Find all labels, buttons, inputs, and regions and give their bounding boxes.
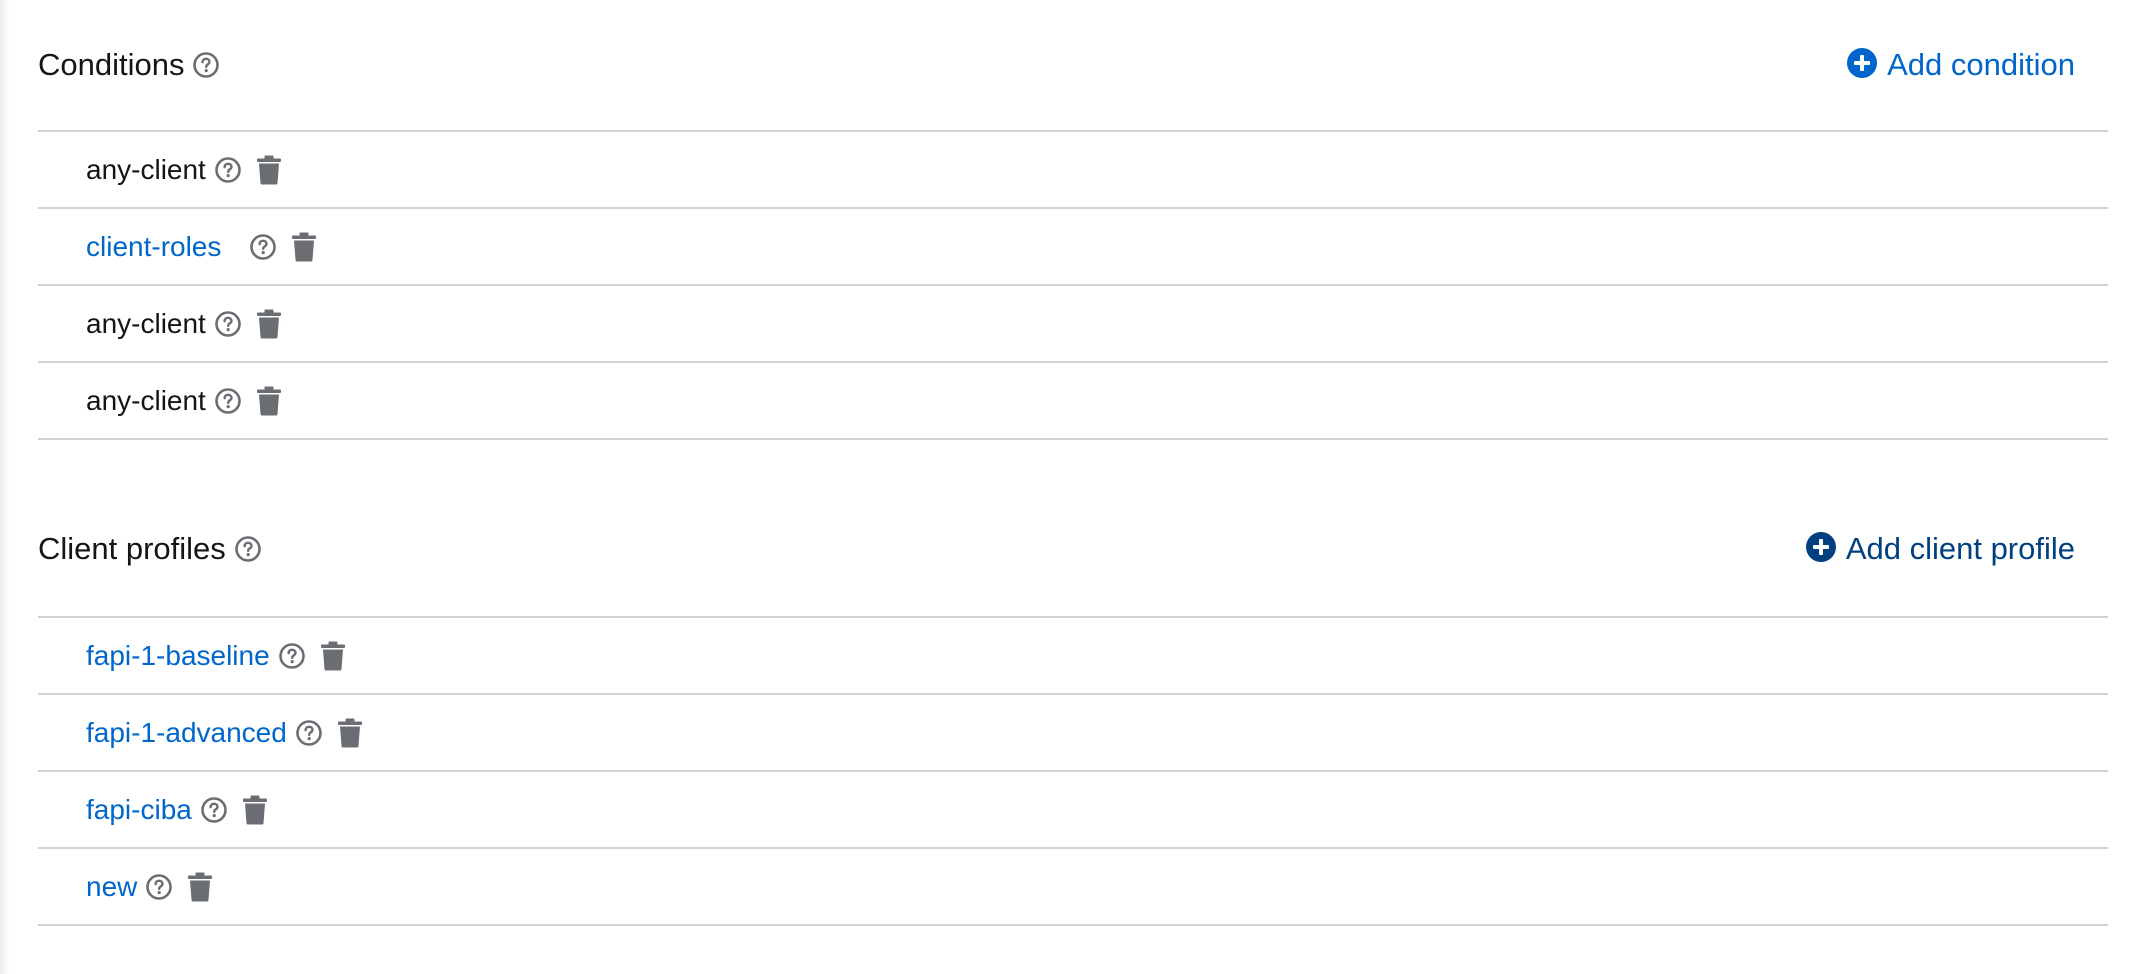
add-client-profile-button[interactable]: Add client profile bbox=[1805, 531, 2075, 567]
trash-icon[interactable] bbox=[337, 718, 363, 748]
conditions-title: Conditions bbox=[38, 47, 185, 82]
question-circle-icon[interactable] bbox=[295, 719, 323, 747]
client-profiles-list: fapi-1-baseline fapi-1-advanced fapi-cib bbox=[38, 616, 2108, 926]
add-condition-button[interactable]: Add condition bbox=[1847, 47, 2075, 83]
question-circle-icon[interactable] bbox=[145, 873, 173, 901]
condition-name: any-client bbox=[86, 153, 206, 185]
client-profiles-title-group: Client profiles bbox=[38, 531, 262, 567]
trash-icon[interactable] bbox=[256, 155, 282, 185]
question-circle-icon[interactable] bbox=[249, 233, 277, 261]
client-profile-row: fapi-1-baseline bbox=[38, 618, 2108, 695]
client-profile-link[interactable]: new bbox=[86, 871, 137, 903]
question-circle-icon[interactable] bbox=[234, 535, 262, 563]
question-circle-icon[interactable] bbox=[278, 642, 306, 670]
client-profiles-header: Client profiles Add client profile bbox=[38, 482, 2108, 616]
plus-circle-icon bbox=[1847, 47, 1878, 83]
policy-details-content: Conditions Add condition any-client clie… bbox=[38, 0, 2108, 926]
client-profiles-section: Client profiles Add client profile fapi-… bbox=[38, 482, 2108, 926]
trash-icon[interactable] bbox=[256, 309, 282, 339]
trash-icon[interactable] bbox=[320, 641, 346, 671]
add-client-profile-label: Add client profile bbox=[1845, 531, 2075, 566]
trash-icon[interactable] bbox=[256, 386, 282, 416]
question-circle-icon[interactable] bbox=[214, 156, 242, 184]
condition-row: client-roles bbox=[38, 209, 2108, 286]
client-profile-row: fapi-1-advanced bbox=[38, 695, 2108, 772]
condition-name: any-client bbox=[86, 307, 206, 339]
condition-name-link[interactable]: client-roles bbox=[86, 231, 221, 263]
condition-row: any-client bbox=[38, 132, 2108, 209]
trash-icon[interactable] bbox=[242, 795, 268, 825]
client-profile-row: new bbox=[38, 849, 2108, 926]
trash-icon[interactable] bbox=[291, 232, 317, 262]
client-profile-row: fapi-ciba bbox=[38, 772, 2108, 849]
add-condition-label: Add condition bbox=[1887, 47, 2075, 82]
left-edge-shadow bbox=[0, 0, 10, 974]
conditions-list: any-client client-roles any-client any-c… bbox=[38, 130, 2108, 440]
question-circle-icon[interactable] bbox=[214, 387, 242, 415]
question-circle-icon[interactable] bbox=[200, 796, 228, 824]
condition-name: any-client bbox=[86, 384, 206, 416]
client-profile-link[interactable]: fapi-1-advanced bbox=[86, 717, 287, 749]
plus-circle-icon bbox=[1805, 531, 1836, 567]
question-circle-icon[interactable] bbox=[214, 310, 242, 338]
conditions-header: Conditions Add condition bbox=[38, 0, 2108, 130]
trash-icon[interactable] bbox=[187, 872, 213, 902]
client-profile-link[interactable]: fapi-ciba bbox=[86, 794, 192, 826]
conditions-section: Conditions Add condition any-client clie… bbox=[38, 0, 2108, 440]
conditions-title-group: Conditions bbox=[38, 47, 220, 83]
client-profiles-title: Client profiles bbox=[38, 531, 226, 566]
condition-row: any-client bbox=[38, 363, 2108, 440]
question-circle-icon[interactable] bbox=[192, 51, 220, 79]
condition-row: any-client bbox=[38, 286, 2108, 363]
client-profile-link[interactable]: fapi-1-baseline bbox=[86, 640, 270, 672]
